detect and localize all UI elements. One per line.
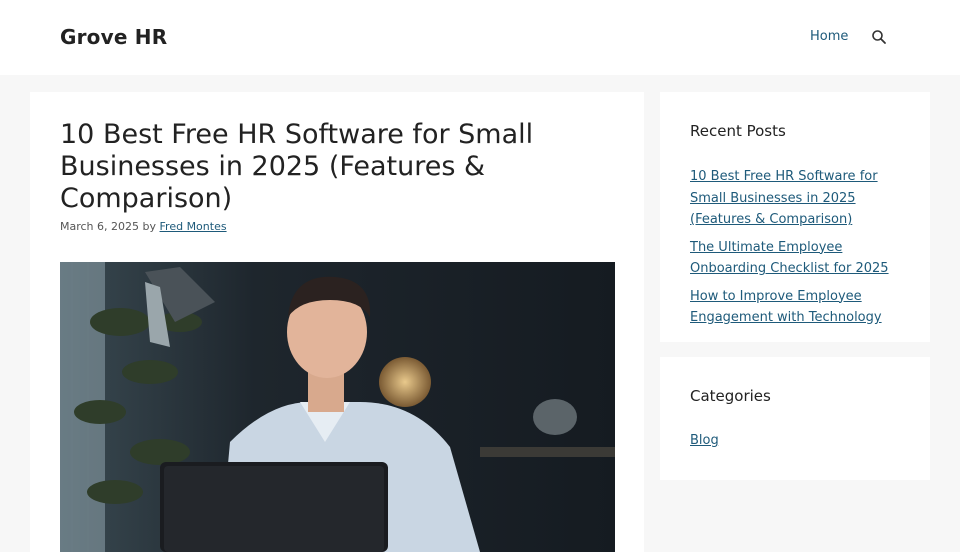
category-link-blog[interactable]: Blog bbox=[690, 431, 719, 451]
recent-post-link[interactable]: The Ultimate Employee Onboarding Checkli… bbox=[690, 240, 889, 277]
recent-post-link[interactable]: 10 Best Free HR Software for Small Busin… bbox=[690, 169, 878, 227]
nav-home-link[interactable]: Home bbox=[810, 29, 848, 44]
recent-posts-title: Recent Posts bbox=[690, 122, 786, 140]
article-card: 10 Best Free HR Software for Small Busin… bbox=[30, 92, 644, 552]
list-item: 10 Best Free HR Software for Small Busin… bbox=[690, 165, 900, 230]
site-header: Grove HR Home bbox=[0, 0, 960, 75]
recent-posts-list: 10 Best Free HR Software for Small Busin… bbox=[690, 165, 900, 334]
post-author-link[interactable]: Fred Montes bbox=[160, 220, 227, 233]
site-title[interactable]: Grove HR bbox=[60, 25, 167, 49]
categories-widget: Categories Blog bbox=[660, 357, 930, 480]
recent-post-link[interactable]: How to Improve Employee Engagement with … bbox=[690, 289, 882, 326]
categories-title: Categories bbox=[690, 387, 771, 405]
search-icon[interactable] bbox=[871, 29, 887, 45]
post-title: 10 Best Free HR Software for Small Busin… bbox=[60, 119, 534, 214]
list-item: The Ultimate Employee Onboarding Checkli… bbox=[690, 236, 900, 279]
list-item: How to Improve Employee Engagement with … bbox=[690, 285, 900, 328]
post-date: March 6, 2025 bbox=[60, 220, 140, 233]
recent-posts-widget: Recent Posts 10 Best Free HR Software fo… bbox=[660, 92, 930, 342]
post-by: by bbox=[142, 220, 157, 233]
featured-image bbox=[60, 262, 615, 552]
post-meta: March 6, 2025 by Fred Montes bbox=[60, 220, 227, 233]
